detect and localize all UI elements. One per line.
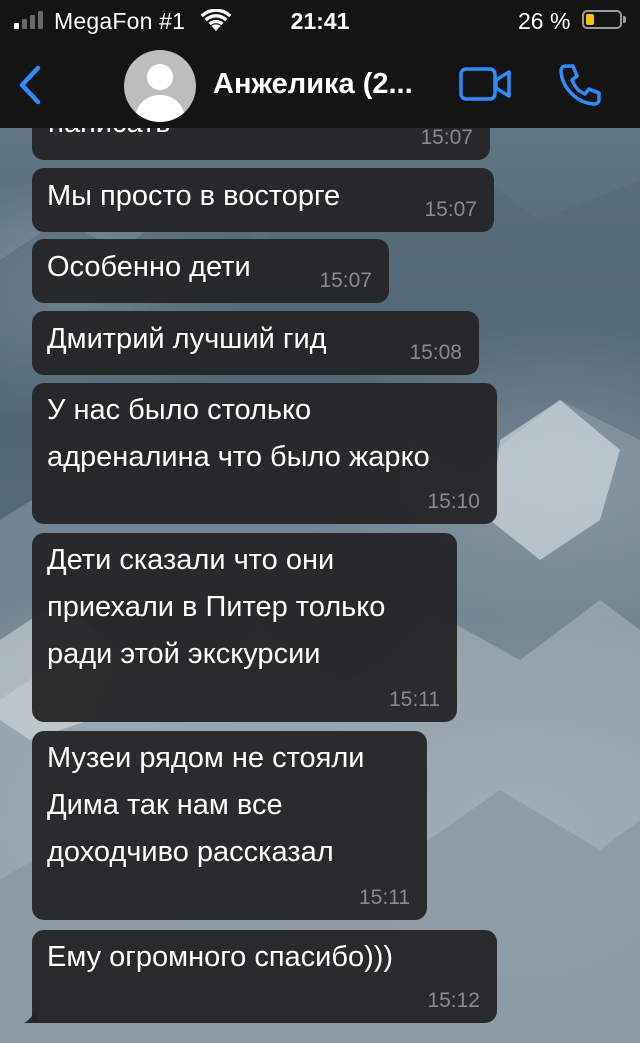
message-bubble[interactable]: У нас было столько адреналина что было ж… — [32, 383, 497, 524]
video-camera-icon[interactable] — [458, 66, 512, 102]
message-text-line: ради этой экскурсии — [47, 638, 321, 670]
message-bubble[interactable]: Музеи рядом не стояли Дима так нам все д… — [32, 731, 427, 920]
message-time: 15:07 — [420, 126, 473, 149]
message-text-line: Дима так нам все — [47, 789, 283, 821]
battery-icon — [582, 10, 622, 29]
contact-avatar[interactable] — [124, 50, 196, 122]
status-bar: MegaFon #1 21:41 26 % — [0, 0, 640, 44]
message-bubble[interactable]: Особенно дети 15:07 — [32, 239, 389, 303]
message-text-line: приехали в Питер только — [47, 591, 386, 623]
message-text: Мы просто в восторге — [47, 180, 341, 212]
message-time: 15:11 — [359, 886, 410, 909]
person-placeholder-icon — [134, 64, 186, 122]
message-time: 15:07 — [424, 198, 477, 221]
chevron-left-icon[interactable] — [14, 64, 48, 106]
message-bubble[interactable]: Мы просто в восторге 15:07 — [32, 168, 494, 232]
phone-icon[interactable] — [558, 62, 602, 106]
message-bubble[interactable]: Ему огромного спасибо))) 15:12 — [24, 930, 497, 1023]
message-text-line: адреналина что было жарко — [47, 441, 430, 473]
message-text-line: Музеи рядом не стояли — [47, 742, 365, 774]
message-text: Дмитрий лучший гид — [47, 323, 327, 355]
message-time: 15:07 — [319, 269, 372, 292]
message-text-line: доходчиво рассказал — [47, 836, 334, 868]
message-text-line: Дети сказали что они — [47, 544, 335, 576]
battery-level-fill — [586, 14, 594, 25]
message-time: 15:08 — [409, 341, 462, 364]
battery-percentage: 26 % — [518, 8, 571, 34]
message-text-line: У нас было столько — [47, 394, 312, 426]
message-time: 15:10 — [427, 490, 480, 513]
message-list[interactable]: написать 15:07 Мы просто в восторге 15:0… — [0, 0, 640, 1043]
message-bubble[interactable]: Дмитрий лучший гид 15:08 — [32, 311, 479, 375]
message-time: 15:12 — [427, 989, 480, 1012]
message-bubble[interactable]: Дети сказали что они приехали в Питер то… — [32, 533, 457, 722]
message-time: 15:11 — [389, 688, 440, 711]
battery-cap — [623, 16, 626, 23]
message-text: Особенно дети — [47, 251, 251, 283]
chat-header: MegaFon #1 21:41 26 % Анжелика (2... — [0, 0, 640, 128]
bubble-tail-icon — [24, 1005, 38, 1023]
chat-title[interactable]: Анжелика (2... — [213, 68, 448, 101]
message-text: Ему огромного спасибо))) — [47, 941, 394, 973]
